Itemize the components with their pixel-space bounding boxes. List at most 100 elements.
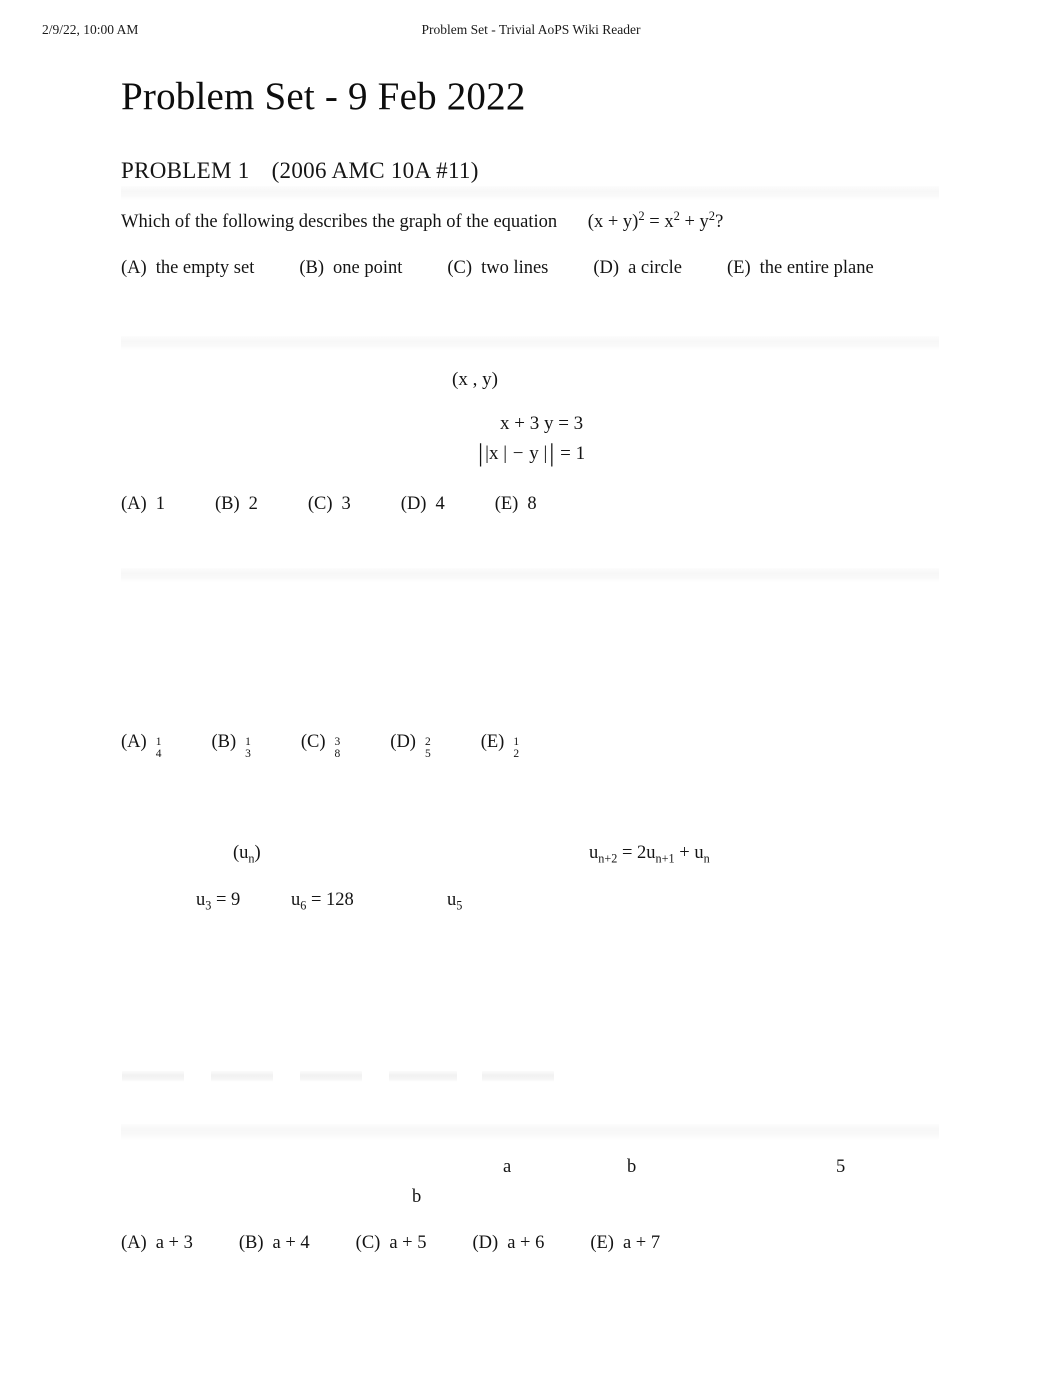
choice-b-fraction: 1 3 (245, 736, 251, 760)
equation-rhs-a-exponent: 2 (673, 208, 680, 223)
choice-d[interactable]: (D) 4 (401, 494, 445, 515)
abs-bar-outer-open: | (478, 438, 484, 467)
choice-e[interactable]: (E) 8 (495, 494, 537, 515)
fraction-denominator: 8 (334, 747, 341, 760)
equation-question-mark: ? (715, 212, 724, 232)
equation-rhs-a: x (664, 212, 674, 232)
choice-c[interactable]: (C) a + 5 (356, 1233, 427, 1254)
choice-a-fraction: 1 4 (155, 736, 162, 760)
sequence-base: (u (233, 843, 249, 863)
choice-d-fraction: 2 5 (424, 736, 431, 760)
unrendered-choice-placeholder-e (482, 1071, 554, 1082)
problem-5-token-b: b (627, 1157, 637, 1177)
equation-lhs-exponent: 2 (638, 208, 645, 223)
fraction-numerator: 2 (424, 736, 431, 748)
choice-c-value: 3 (341, 494, 351, 514)
problem-2-choices: (A) 1 (B) 2 (C) 3 (D) 4 (E) 8 (121, 494, 537, 515)
problem-2-ordered-pair: (x , y) (452, 369, 498, 390)
choice-a[interactable]: (A) 1 (121, 494, 165, 515)
unrendered-choice-placeholder-a (122, 1071, 184, 1082)
choice-d-label: (D) (390, 732, 416, 752)
choice-c-fraction: 3 8 (334, 736, 341, 760)
choice-a-label: (A) (121, 494, 147, 514)
choice-b[interactable]: (B) a + 4 (239, 1233, 310, 1254)
choice-d[interactable]: (D) 2 5 (390, 732, 430, 762)
choice-d[interactable]: (D) a circle (593, 258, 682, 279)
problem-4-target: u5 (447, 890, 462, 912)
sequence-close: ) (254, 843, 261, 863)
choice-e-label: (E) (494, 494, 519, 514)
choice-a[interactable]: (A) the empty set (121, 258, 254, 279)
fraction-numerator: 1 (245, 736, 251, 748)
choice-e[interactable]: (E) a + 7 (590, 1233, 660, 1254)
choice-a-label: (A) (121, 732, 147, 752)
choice-e[interactable]: (E) the entire plane (727, 258, 874, 279)
choice-c-label: (C) (307, 494, 333, 514)
choice-c[interactable]: (C) two lines (447, 258, 548, 279)
fraction-numerator: 1 (513, 736, 520, 748)
problem-5-choices: (A) a + 3 (B) a + 4 (C) a + 5 (D) a + 6 … (121, 1233, 660, 1254)
choice-a-label: (A) (121, 258, 147, 278)
choice-b-label: (B) (299, 258, 325, 278)
choice-c-value: two lines (481, 258, 549, 278)
given-2-base: u (291, 890, 301, 910)
fraction-numerator: 1 (155, 736, 162, 748)
target-base: u (447, 890, 457, 910)
problem-1-equation: (x + y)2 = x2 + y2? (587, 208, 724, 232)
fraction-denominator: 5 (424, 747, 431, 760)
problem-1-choices: (A) the empty set (B) one point (C) two … (121, 258, 874, 279)
choice-c[interactable]: (C) 3 8 (301, 732, 340, 762)
given-1-base: u (196, 890, 206, 910)
unrendered-image-placeholder-1 (121, 186, 939, 200)
choice-c-label: (C) (355, 1233, 381, 1253)
choice-e-label: (E) (727, 258, 751, 278)
choice-e-fraction: 1 2 (513, 736, 520, 760)
choice-c-label: (C) (300, 732, 326, 752)
problem-4-given-1: u3 = 9 (196, 890, 240, 912)
choice-e-value: 8 (527, 494, 537, 514)
recurrence-tail-subscript: n (703, 851, 710, 866)
problem-1-statement-text: Which of the following describes the gra… (121, 212, 558, 232)
problem-5-token-5: 5 (836, 1157, 846, 1177)
problem-4-given-2: u6 = 128 (291, 890, 354, 912)
choice-c-label: (C) (447, 258, 473, 278)
choice-b[interactable]: (B) one point (299, 258, 402, 279)
problem-2-equation-1: x + 3 y = 3 (500, 413, 584, 434)
unrendered-image-placeholder-3 (121, 568, 939, 582)
unrendered-image-placeholder-2 (121, 336, 939, 350)
abs-inner-x: |x | (485, 443, 507, 464)
choice-d-label: (D) (472, 1233, 499, 1253)
choice-b-value: a + 4 (272, 1233, 310, 1253)
choice-c[interactable]: (C) 3 (308, 494, 351, 515)
choice-e[interactable]: (E) 1 2 (481, 732, 519, 762)
unrendered-choice-placeholder-b (211, 1071, 273, 1082)
choice-a[interactable]: (A) a + 3 (121, 1233, 193, 1254)
recurrence-lhs: u (589, 843, 599, 863)
choice-d-value: 4 (435, 494, 445, 514)
print-header: 2/9/22, 10:00 AM Problem Set - Trivial A… (0, 22, 1062, 44)
problem-4-recurrence: un+2 = 2un+1 + un (589, 843, 710, 866)
recurrence-tail: u (694, 843, 704, 863)
choice-d-value: a circle (628, 258, 682, 278)
equation-lhs-var: y) (622, 212, 639, 232)
choice-b[interactable]: (B) 1 3 (211, 732, 250, 762)
choice-d[interactable]: (D) a + 6 (473, 1233, 545, 1254)
choice-a-value: the empty set (155, 258, 255, 278)
abs-bar-outer-close: | (549, 438, 555, 467)
abs-minus: − (512, 443, 524, 464)
equation-lhs-open: (x + (587, 212, 619, 232)
fraction-denominator: 2 (513, 747, 520, 760)
recurrence-plus: + (679, 843, 690, 863)
choice-b[interactable]: (B) 2 (215, 494, 258, 515)
abs-inner-y: y | (529, 443, 548, 464)
choice-a[interactable]: (A) 1 4 (121, 732, 161, 762)
choice-e-value: a + 7 (622, 1233, 661, 1253)
problem-3-choices: (A) 1 4 (B) 1 3 (C) 3 8 (D) 2 5 (E) 1 2 (121, 732, 519, 762)
problem-5-token-a: a (503, 1157, 512, 1177)
fraction-denominator: 4 (155, 747, 162, 760)
given-2-value: = 128 (310, 890, 354, 910)
document-page: 2/9/22, 10:00 AM Problem Set - Trivial A… (0, 0, 1062, 1377)
choice-d-label: (D) (593, 258, 620, 278)
problem-4-sequence-name: (un) (233, 843, 261, 865)
unrendered-choice-placeholder-c (300, 1071, 362, 1082)
